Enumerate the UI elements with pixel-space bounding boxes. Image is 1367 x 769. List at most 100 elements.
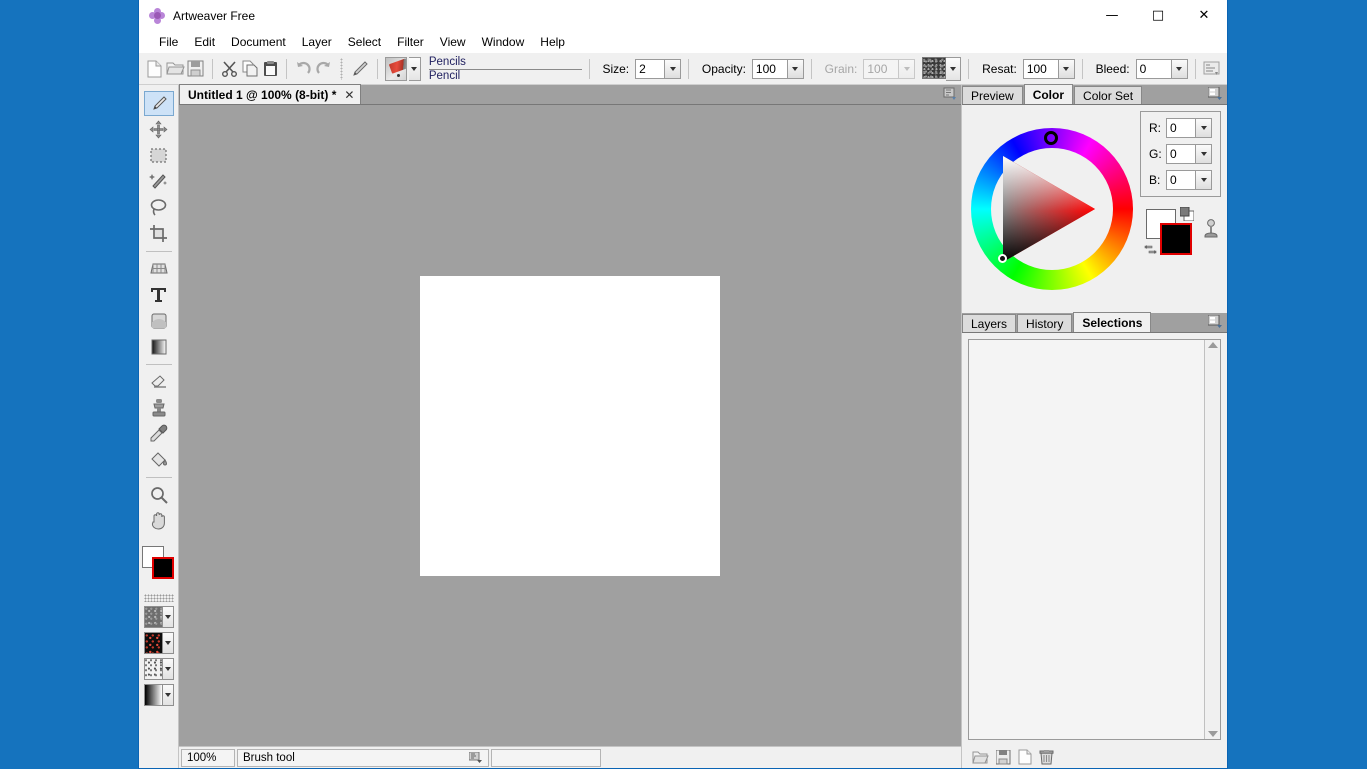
green-input[interactable] [1167,145,1195,163]
perspective-tool[interactable] [144,256,174,281]
menu-view[interactable]: View [432,33,474,51]
palette-grip[interactable] [143,594,174,602]
move-tool[interactable] [144,117,174,142]
open-document-button[interactable] [165,57,185,81]
brush-preview[interactable] [385,56,408,81]
magic-wand-tool[interactable] [144,169,174,194]
resat-spinner[interactable] [1022,58,1075,79]
grain-swatch-dropdown-button[interactable] [946,56,962,81]
new-document-button[interactable] [145,57,164,81]
green-spinner[interactable] [1166,144,1212,164]
grain-picker-dropdown-icon[interactable] [161,607,173,627]
tab-history[interactable]: History [1017,314,1073,332]
selections-panel-menu-icon[interactable] [1208,315,1223,330]
red-spinner[interactable] [1166,118,1212,138]
brush-dropdown-button[interactable] [409,56,421,81]
menu-help[interactable]: Help [532,33,573,51]
resat-input[interactable] [1023,59,1058,78]
paint-bucket-tool[interactable] [144,447,174,472]
gradient-picker-dropdown-icon[interactable] [161,685,173,705]
tool-color-swatches[interactable] [141,546,176,580]
texture-picker-dropdown-icon[interactable] [161,659,173,679]
selections-list-body[interactable] [969,340,1204,739]
color-picker-stand-icon[interactable] [1202,219,1220,239]
opacity-input[interactable] [752,59,787,78]
opacity-dropdown-icon[interactable] [786,59,803,78]
color-panel-menu-icon[interactable] [1208,87,1223,102]
toolbar-grip[interactable] [340,57,344,80]
tab-preview[interactable]: Preview [962,86,1023,104]
red-dropdown-icon[interactable] [1195,119,1211,137]
menu-filter[interactable]: Filter [389,33,432,51]
document-tab[interactable]: Untitled 1 @ 100% (8-bit) * ✕ [179,84,362,104]
brush-tool[interactable] [143,91,174,116]
resat-dropdown-icon[interactable] [1057,59,1074,78]
blue-input[interactable] [1167,171,1195,189]
rect-select-tool[interactable] [144,143,174,168]
bleed-input[interactable] [1136,59,1171,78]
brush-name-block[interactable]: Pencils Pencil [428,56,582,82]
opacity-spinner[interactable] [751,58,804,79]
zoom-tool[interactable] [144,482,174,507]
menu-window[interactable]: Window [474,33,533,51]
text-tool[interactable] [144,282,174,307]
tab-color-set[interactable]: Color Set [1074,86,1143,104]
red-input[interactable] [1167,119,1195,137]
minimize-button[interactable]: — [1089,0,1135,31]
paste-clipboard-button[interactable] [261,57,280,81]
redo-button[interactable] [315,57,334,81]
close-button[interactable]: ✕ [1181,0,1227,31]
new-selection-button[interactable] [1018,749,1032,765]
tab-color[interactable]: Color [1023,84,1074,104]
eyedropper-tool[interactable] [144,421,174,446]
document-canvas[interactable] [420,275,720,576]
scroll-up-arrow-icon[interactable] [1207,342,1218,348]
document-tab-close-icon[interactable]: ✕ [344,88,354,102]
undo-button[interactable] [294,57,313,81]
gradient-picker[interactable] [143,684,174,706]
status-zoom[interactable]: 100% [181,748,235,767]
texture-picker[interactable] [143,658,174,680]
canvas-area[interactable] [179,105,961,746]
tab-layers[interactable]: Layers [962,314,1017,332]
menu-layer[interactable]: Layer [294,33,340,51]
selections-list[interactable] [968,339,1221,740]
grain-texture-swatch[interactable] [922,56,947,79]
pattern-picker[interactable] [143,632,174,654]
clone-stamp-tool[interactable] [144,395,174,420]
menu-select[interactable]: Select [340,33,389,51]
saturation-value-marker-icon[interactable] [998,254,1007,263]
crop-tool[interactable] [144,221,174,246]
bleed-spinner[interactable] [1135,58,1188,79]
size-spinner[interactable] [635,58,682,79]
swap-colors-icon[interactable] [1144,243,1157,256]
lasso-tool[interactable] [144,195,174,220]
status-extra[interactable] [491,748,601,767]
pattern-picker-dropdown-icon[interactable] [161,633,173,653]
hsv-color-wheel[interactable] [971,128,1133,290]
tab-selections[interactable]: Selections [1073,312,1152,332]
selections-scrollbar[interactable] [1204,340,1220,739]
foreground-color-swatch[interactable] [151,557,174,579]
eraser-tool[interactable] [144,369,174,394]
scroll-down-arrow-icon[interactable] [1207,731,1218,737]
menu-file[interactable]: File [151,33,186,51]
status-tool-menu-icon[interactable] [469,751,483,764]
menu-edit[interactable]: Edit [186,33,223,51]
shape-tool[interactable] [144,308,174,333]
default-colors-icon[interactable] [1180,207,1194,221]
copy-button[interactable] [240,57,259,81]
cut-button[interactable] [220,57,239,81]
bleed-dropdown-icon[interactable] [1170,59,1187,78]
maximize-button[interactable]: □ [1135,0,1181,31]
panel-foreground-color-swatch[interactable] [1160,223,1192,255]
save-selection-button[interactable] [996,749,1011,765]
grain-picker[interactable] [143,606,174,628]
menu-document[interactable]: Document [223,33,294,51]
status-tool[interactable]: Brush tool [237,748,489,767]
blue-dropdown-icon[interactable] [1195,171,1211,189]
size-input[interactable] [636,59,665,78]
hue-marker-icon[interactable] [1044,131,1058,145]
document-tabs-menu-icon[interactable] [943,87,957,101]
blue-spinner[interactable] [1166,170,1212,190]
